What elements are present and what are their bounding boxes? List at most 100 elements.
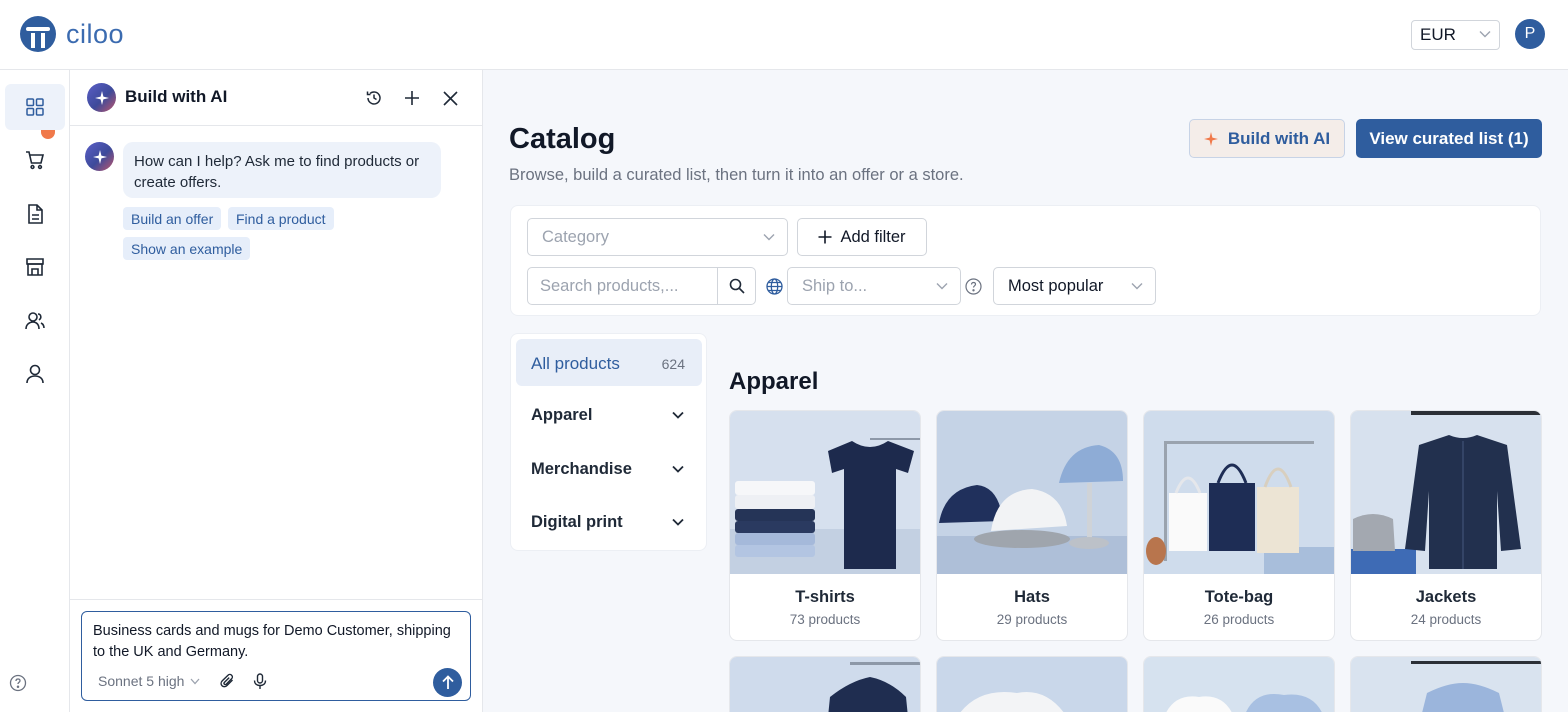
model-value: Sonnet 5 high bbox=[98, 673, 185, 689]
tshirts-image bbox=[730, 411, 920, 574]
product-tile-tote-bag[interactable]: Tote-bag 26 products bbox=[1143, 410, 1335, 641]
page-subtitle: Browse, build a curated list, then turn … bbox=[509, 166, 964, 184]
tile-count: 29 products bbox=[996, 612, 1068, 627]
category-all-products[interactable]: All products 624 bbox=[516, 339, 702, 386]
history-button[interactable] bbox=[362, 86, 386, 110]
product-tile-tshirts[interactable]: T-shirts 73 products bbox=[729, 410, 921, 641]
logo-mark-icon bbox=[20, 16, 56, 52]
chevron-down-icon bbox=[672, 411, 684, 419]
tile-name: Hats bbox=[1014, 588, 1050, 606]
suggestion-chip[interactable]: Find a product bbox=[228, 207, 334, 230]
tile-name: T-shirts bbox=[795, 588, 855, 606]
help-icon[interactable] bbox=[965, 278, 982, 295]
assistant-avatar-icon bbox=[85, 142, 114, 171]
nav-account[interactable] bbox=[5, 351, 65, 397]
logo-text: ciloo bbox=[66, 18, 125, 49]
category-label: Apparel bbox=[531, 406, 593, 424]
search-button[interactable] bbox=[717, 267, 756, 305]
tote-bag-image bbox=[1144, 411, 1334, 574]
product-tile[interactable] bbox=[936, 656, 1128, 712]
close-icon bbox=[442, 90, 458, 106]
nav-catalog[interactable] bbox=[5, 84, 65, 130]
ai-sparkle-icon bbox=[87, 83, 116, 112]
category-label: Merchandise bbox=[531, 460, 632, 478]
chevron-down-icon bbox=[190, 678, 200, 684]
product-tile[interactable] bbox=[1143, 656, 1335, 712]
tile-count: 73 products bbox=[789, 612, 861, 627]
voice-input-button[interactable] bbox=[250, 671, 270, 691]
category-select[interactable]: Category bbox=[527, 218, 788, 256]
sort-select[interactable]: Most popular bbox=[993, 267, 1156, 305]
divider bbox=[70, 599, 482, 600]
chat-composer[interactable]: Business cards and mugs for Demo Custome… bbox=[81, 611, 471, 701]
plus-icon bbox=[818, 230, 832, 244]
chevron-down-icon bbox=[672, 518, 684, 526]
search-icon bbox=[729, 278, 745, 294]
attach-button[interactable] bbox=[218, 671, 238, 691]
close-panel-button[interactable] bbox=[438, 86, 462, 110]
arrow-up-icon bbox=[441, 675, 454, 689]
tile-name: Tote-bag bbox=[1204, 588, 1274, 606]
baby-clothes-image bbox=[1144, 657, 1334, 712]
suggestion-chip[interactable]: Build an offer bbox=[123, 207, 222, 230]
sparkle-icon bbox=[1203, 131, 1218, 146]
product-tile-hats[interactable]: Hats 29 products bbox=[936, 410, 1128, 641]
ship-to-select[interactable]: Ship to... bbox=[787, 267, 961, 305]
nav-documents[interactable] bbox=[5, 191, 65, 237]
avatar[interactable]: P bbox=[1515, 19, 1545, 49]
chat-input[interactable]: Business cards and mugs for Demo Custome… bbox=[93, 621, 463, 663]
model-select[interactable]: Sonnet 5 high bbox=[98, 673, 200, 689]
send-button[interactable] bbox=[433, 668, 462, 697]
chevron-down-icon bbox=[1479, 31, 1491, 38]
currency-value: EUR bbox=[1420, 25, 1456, 44]
document-icon bbox=[28, 204, 43, 224]
product-tile[interactable] bbox=[1350, 656, 1542, 712]
nav-orders[interactable] bbox=[5, 137, 65, 183]
chevron-down-icon bbox=[672, 465, 684, 473]
build-with-ai-button[interactable]: Build with AI bbox=[1189, 119, 1345, 158]
shirt-image bbox=[1351, 657, 1541, 712]
nav-rail bbox=[0, 70, 70, 712]
user-icon bbox=[26, 364, 44, 384]
product-tile-jackets[interactable]: Jackets 24 products bbox=[1350, 410, 1542, 641]
add-filter-button[interactable]: Add filter bbox=[797, 218, 927, 256]
nav-customers[interactable] bbox=[5, 298, 65, 344]
ai-panel: Build with AI How can I help? Ask me to … bbox=[70, 70, 483, 712]
new-chat-button[interactable] bbox=[400, 86, 424, 110]
logo[interactable]: ciloo bbox=[20, 16, 124, 52]
store-icon bbox=[26, 258, 44, 276]
ai-panel-header: Build with AI bbox=[70, 70, 482, 126]
product-tile[interactable] bbox=[729, 656, 921, 712]
suggestion-chip[interactable]: Show an example bbox=[123, 237, 251, 260]
nav-stores[interactable] bbox=[5, 244, 65, 290]
chevron-down-icon bbox=[1131, 283, 1143, 290]
history-icon bbox=[366, 91, 381, 105]
tile-name: Jackets bbox=[1415, 588, 1477, 606]
currency-select[interactable]: EUR bbox=[1411, 20, 1500, 50]
view-curated-list-button[interactable]: View curated list (1) bbox=[1356, 119, 1542, 158]
tile-count: 24 products bbox=[1410, 612, 1482, 627]
filter-bar: Category Add filter Search products,... … bbox=[510, 205, 1541, 316]
grid-icon bbox=[26, 98, 44, 116]
hoodie-image bbox=[730, 657, 920, 712]
globe-icon bbox=[766, 278, 783, 295]
ai-panel-title: Build with AI bbox=[125, 87, 228, 106]
microphone-icon bbox=[253, 672, 267, 689]
cart-icon bbox=[26, 151, 45, 170]
ship-to-placeholder: Ship to... bbox=[802, 276, 868, 295]
catalog-main: Catalog Browse, build a curated list, th… bbox=[483, 70, 1568, 712]
hats-image bbox=[937, 411, 1127, 574]
help-button[interactable] bbox=[9, 674, 27, 697]
plus-icon bbox=[405, 91, 419, 105]
sweatshirt-image bbox=[937, 657, 1127, 712]
category-label: Digital print bbox=[531, 513, 623, 531]
section-title: Apparel bbox=[729, 368, 819, 395]
category-list: All products 624 Apparel Merchandise Dig… bbox=[510, 333, 707, 551]
sort-value: Most popular bbox=[1008, 276, 1104, 295]
paperclip-icon bbox=[220, 673, 234, 688]
page-title: Catalog bbox=[509, 123, 616, 155]
users-icon bbox=[25, 312, 45, 330]
top-bar: ciloo EUR P bbox=[0, 0, 1568, 70]
search-input[interactable]: Search products,... bbox=[527, 267, 718, 305]
build-with-ai-label: Build with AI bbox=[1227, 128, 1331, 148]
